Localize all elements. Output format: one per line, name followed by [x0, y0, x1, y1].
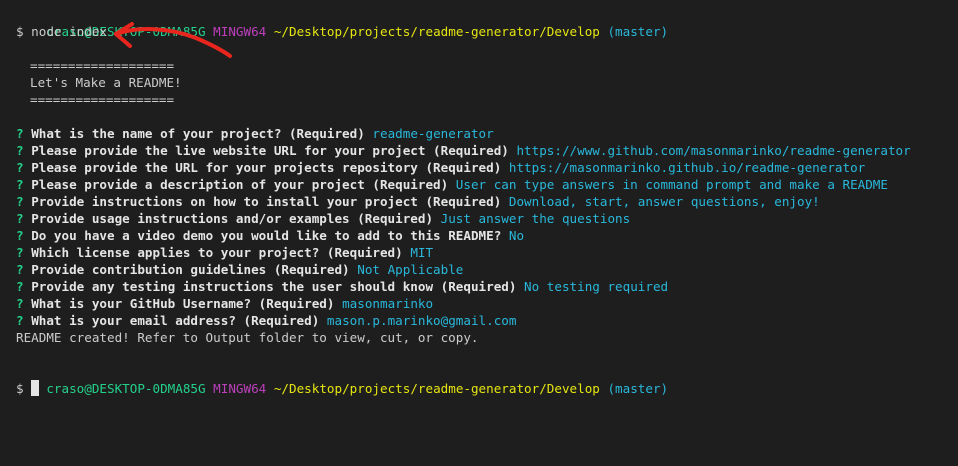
question-mark: ? [16, 296, 24, 311]
question-text: Do you have a video demo you would like … [31, 228, 502, 243]
prompt-path: ~/Desktop/projects/readme-generator/Deve… [273, 381, 600, 396]
answer-text: No testing required [524, 279, 669, 294]
answer-text: Just answer the questions [440, 211, 631, 226]
question-text: Which license applies to your project? (… [31, 245, 403, 260]
qa-line: ? Please provide a description of your p… [16, 176, 958, 193]
answer-text: No [508, 228, 525, 243]
question-mark: ? [16, 160, 24, 175]
qa-line: ? What is the name of your project? (Req… [16, 125, 958, 142]
answer-text: https://masonmarinko.github.io/readme-ge… [508, 160, 866, 175]
qa-line: ? Provide contribution guidelines (Requi… [16, 261, 958, 278]
prompt-path: ~/Desktop/projects/readme-generator/Deve… [273, 24, 600, 39]
question-mark: ? [16, 245, 24, 260]
result-message: README created! Refer to Output folder t… [16, 330, 479, 345]
qa-line: ? Please provide the URL for your projec… [16, 159, 958, 176]
qa-line: ? Provide usage instructions and/or exam… [16, 210, 958, 227]
prompt-branch: (master) [607, 24, 669, 39]
block-cursor-icon [30, 380, 39, 396]
answer-text: mason.p.marinko@gmail.com [326, 313, 517, 328]
question-text: What is your GitHub Username? (Required) [31, 296, 335, 311]
question-text: Provide instructions on how to install y… [31, 194, 502, 209]
answer-text: User can type answers in command prompt … [455, 177, 888, 192]
prompt-line-2: craso@DESKTOP-0DMA85G MINGW64 ~/Desktop/… [16, 363, 958, 396]
question-mark: ? [16, 262, 24, 277]
question-mark: ? [16, 313, 24, 328]
answer-text: Not Applicable [357, 262, 464, 277]
question-mark: ? [16, 228, 24, 243]
prompt-branch: (master) [607, 381, 669, 396]
question-text: What is the name of your project? (Requi… [31, 126, 365, 141]
question-text: What is your email address? (Required) [31, 313, 320, 328]
qa-line: ? What is your email address? (Required)… [16, 312, 958, 329]
prompt-system: MINGW64 [213, 24, 267, 39]
answer-text: Download, start, answer questions, enjoy… [508, 194, 820, 209]
prompt-user: craso@DESKTOP-0DMA85G [46, 381, 206, 396]
question-mark: ? [16, 177, 24, 192]
qa-line: ? Do you have a video demo you would lik… [16, 227, 958, 244]
qa-list: ? What is the name of your project? (Req… [16, 125, 958, 329]
qa-line: ? What is your GitHub Username? (Require… [16, 295, 958, 312]
qa-line: ? Provide instructions on how to install… [16, 193, 958, 210]
banner-title: Let's Make a README! [30, 75, 182, 90]
prompt-system: MINGW64 [213, 381, 267, 396]
question-mark: ? [16, 211, 24, 226]
qa-line: ? Provide any testing instructions the u… [16, 278, 958, 295]
question-text: Provide any testing instructions the use… [31, 279, 517, 294]
question-text: Please provide a description of your pro… [31, 177, 449, 192]
terminal-window[interactable]: craso@DESKTOP-0DMA85G MINGW64 ~/Desktop/… [0, 0, 958, 466]
answer-text: MIT [410, 245, 434, 260]
qa-line: ? Please provide the live website URL fo… [16, 142, 958, 159]
question-text: Provide usage instructions and/or exampl… [31, 211, 434, 226]
answer-text: https://www.github.com/masonmarinko/read… [516, 143, 911, 158]
answer-text: masonmarinko [342, 296, 434, 311]
question-mark: ? [16, 279, 24, 294]
question-text: Provide contribution guidelines (Require… [31, 262, 350, 277]
qa-line: ? Which license applies to your project?… [16, 244, 958, 261]
input-prompt: $ [16, 381, 24, 396]
prompt-line-1: craso@DESKTOP-0DMA85G MINGW64 ~/Desktop/… [16, 6, 958, 39]
banner-rule-top: =================== [30, 58, 175, 73]
question-text: Please provide the live website URL for … [31, 143, 509, 158]
question-text: Please provide the URL for your projects… [31, 160, 502, 175]
answer-text: readme-generator [372, 126, 494, 141]
question-mark: ? [16, 143, 24, 158]
question-mark: ? [16, 126, 24, 141]
banner-rule-bottom: =================== [30, 92, 175, 107]
question-mark: ? [16, 194, 24, 209]
